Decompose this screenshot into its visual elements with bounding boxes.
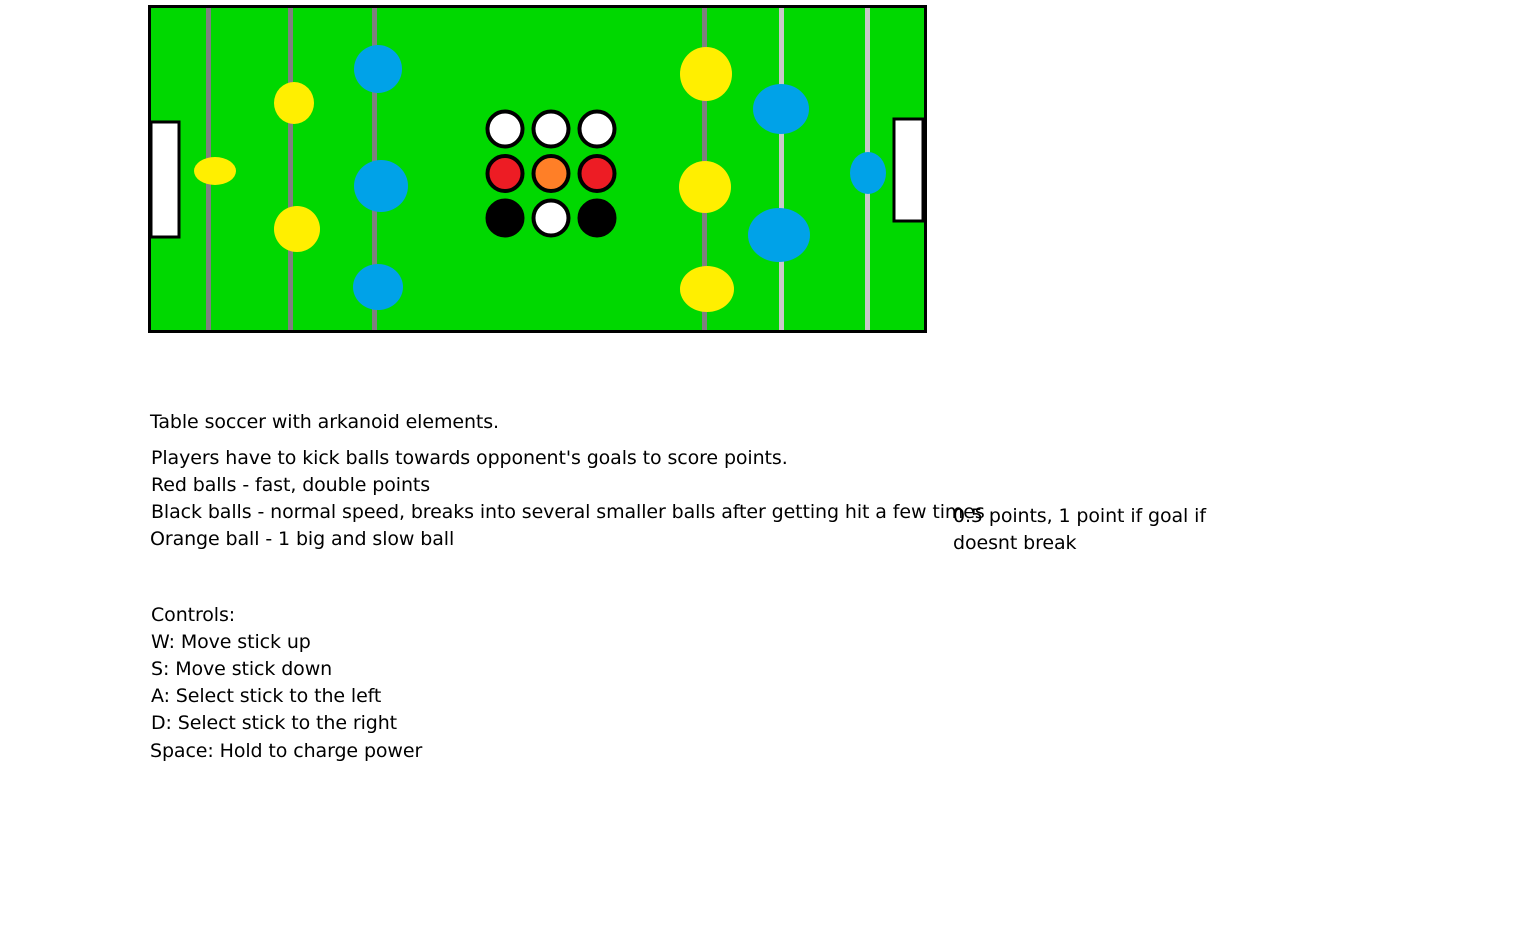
controls-block: Controls: W: Move stick up S: Move stick…	[150, 602, 423, 765]
ball-white	[485, 109, 525, 149]
ball-black	[485, 198, 525, 238]
ball-white	[531, 198, 571, 238]
player-blue-defender	[753, 84, 809, 134]
player-blue-goalie	[850, 152, 886, 194]
control-a: A: Select stick to the left	[151, 685, 382, 707]
rule-goal: Players have to kick balls towards oppon…	[151, 447, 788, 469]
points-note-line: doesnt break	[953, 532, 1077, 554]
player-blue-defender	[748, 208, 810, 262]
ball-red	[485, 154, 525, 193]
rule-orange-ball: Orange ball - 1 big and slow ball	[150, 528, 455, 550]
player-yellow-forward	[680, 47, 732, 101]
ball-orange	[531, 154, 571, 193]
points-note-line: 0.5 points, 1 point if goal if	[953, 505, 1206, 527]
player-yellow-forward	[679, 161, 731, 213]
rule-black-balls: Black balls - normal speed, breaks into …	[151, 501, 985, 523]
title-text: Table soccer with arkanoid elements.	[150, 411, 499, 433]
player-blue-forward	[354, 160, 408, 212]
control-w: W: Move stick up	[151, 631, 311, 653]
ball-black	[577, 198, 617, 238]
control-d: D: Select stick to the right	[151, 712, 398, 734]
foosball-field	[148, 5, 927, 333]
player-blue-forward	[354, 45, 402, 93]
ball-white	[577, 109, 617, 149]
player-yellow-forward	[680, 266, 734, 312]
player-yellow-goalie	[194, 157, 236, 185]
rules-block: Players have to kick balls towards oppon…	[150, 445, 985, 553]
control-s: S: Move stick down	[151, 658, 333, 680]
points-note: 0.5 points, 1 point if goal if doesnt br…	[953, 503, 1206, 557]
player-yellow-defender	[274, 206, 320, 252]
ball-grid	[485, 109, 617, 238]
player-yellow-defender	[274, 82, 314, 124]
right-goal	[892, 117, 925, 223]
ball-red	[577, 154, 617, 193]
left-goal	[149, 120, 181, 239]
player-blue-forward	[353, 264, 403, 310]
ball-white	[531, 109, 571, 149]
controls-header: Controls:	[151, 604, 236, 626]
rule-red-balls: Red balls - fast, double points	[151, 474, 431, 496]
control-space: Space: Hold to charge power	[150, 740, 423, 762]
